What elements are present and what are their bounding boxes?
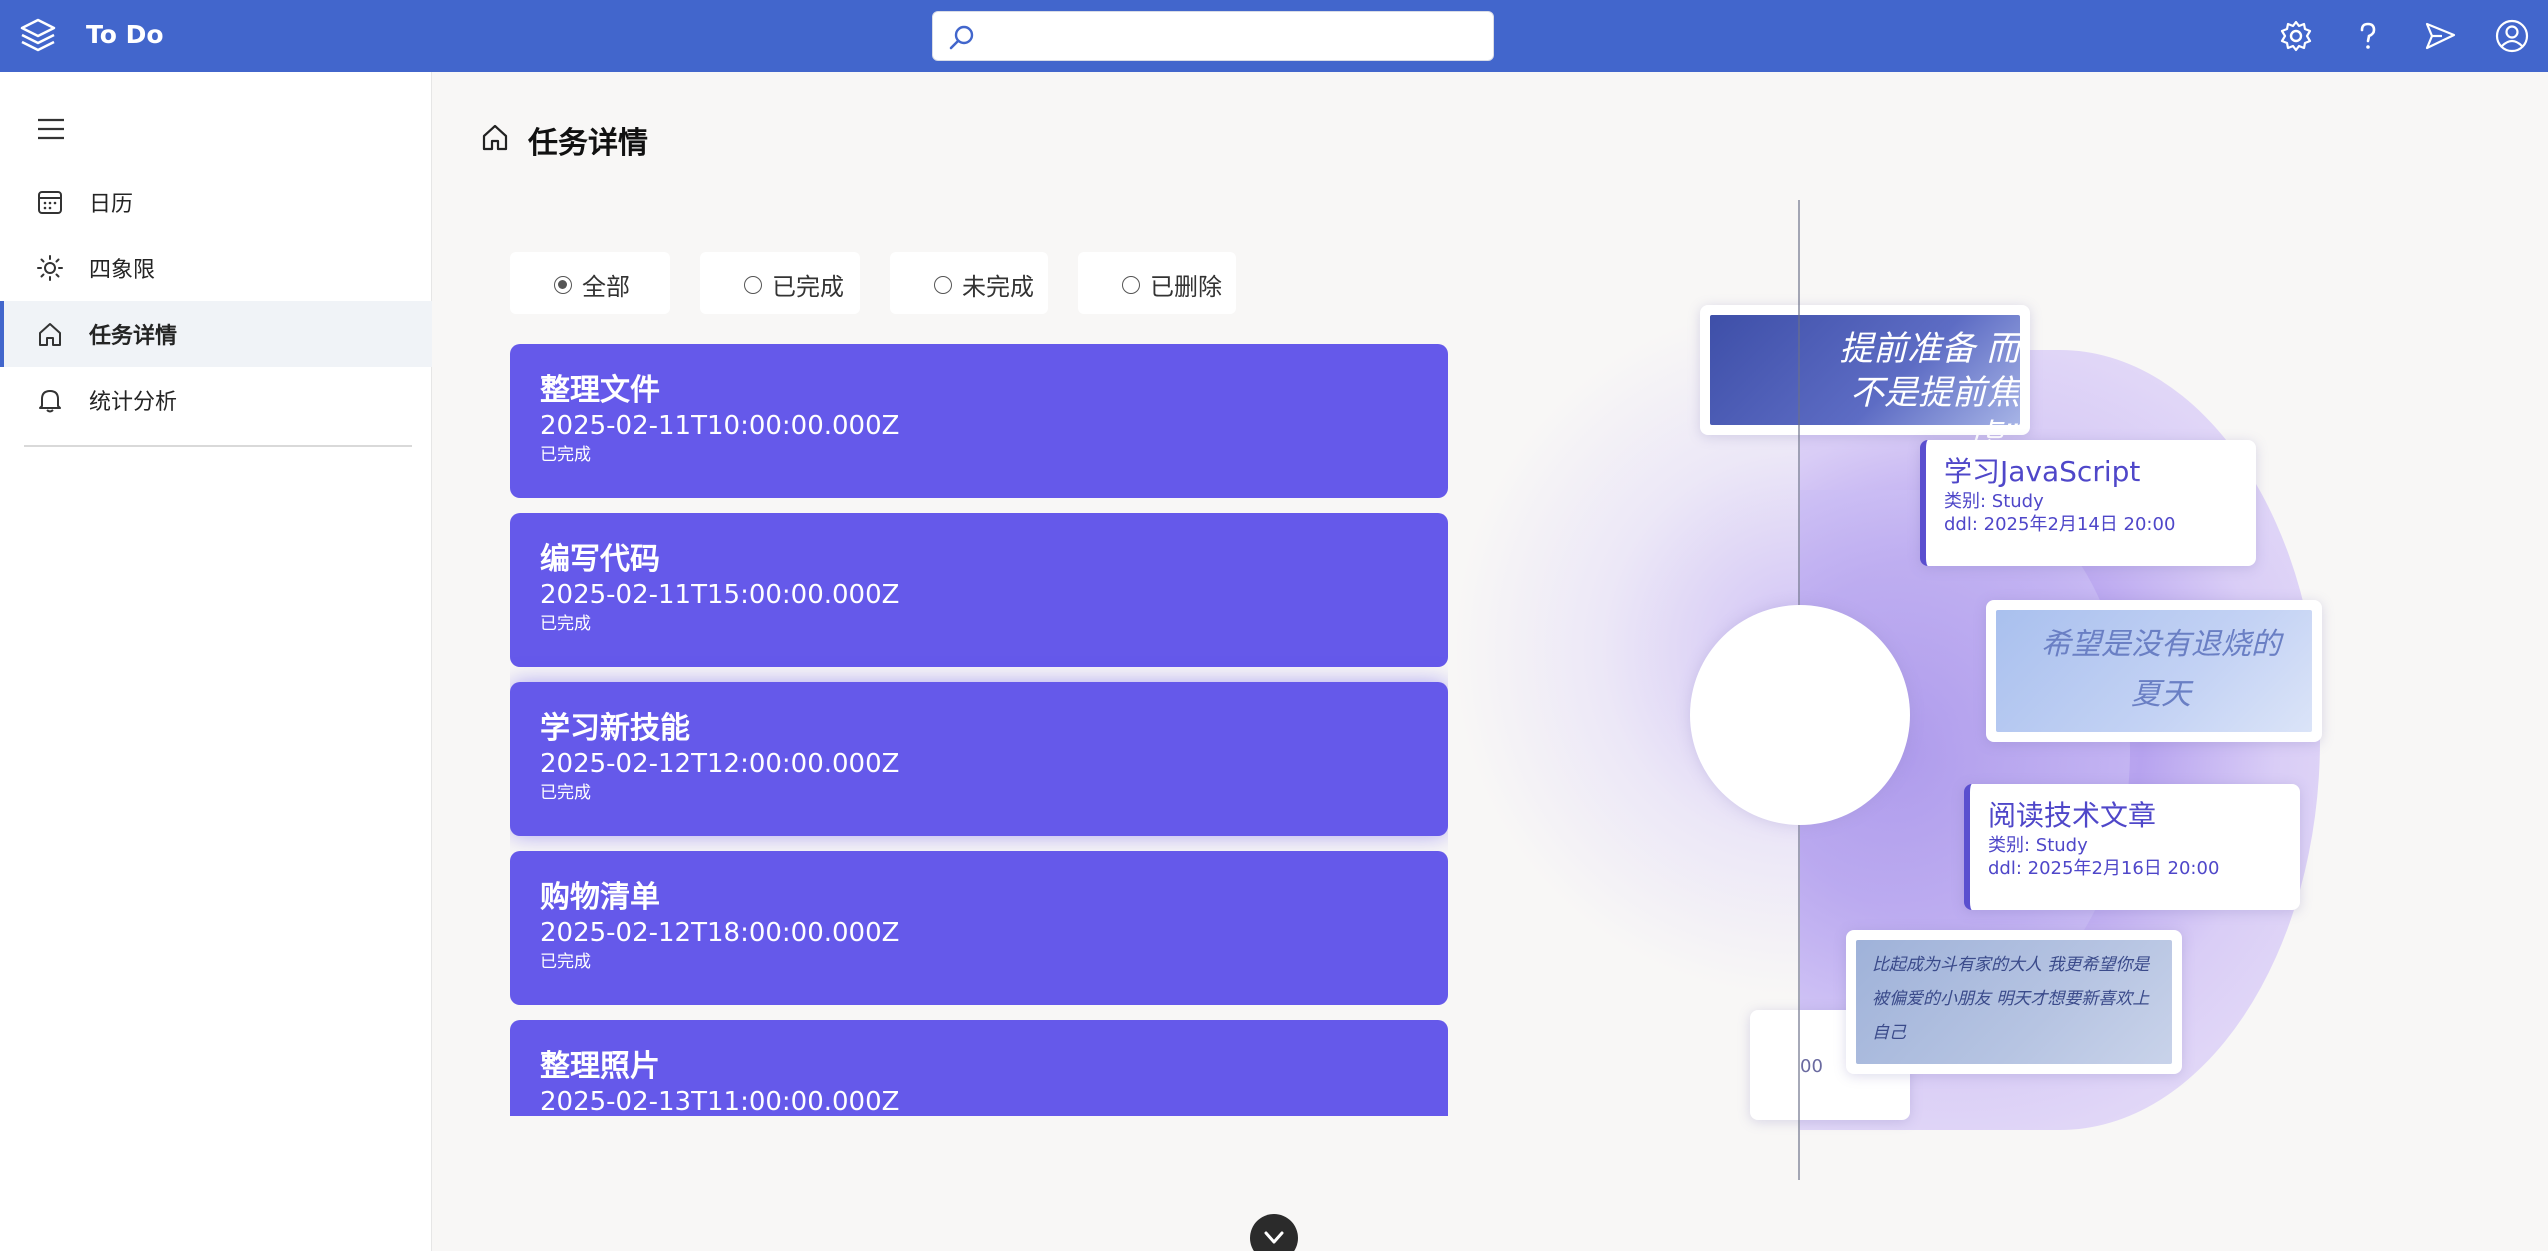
scroll-down-button[interactable] [1250,1214,1298,1251]
home-icon [39,323,61,346]
preview-deadline: ddl: 2025年2月16日 20:00 [1988,858,2220,879]
partial-card-text: 00 [1800,1056,1823,1077]
task-status: 已完成 [540,445,591,465]
preview-title: 学习JavaScript [1944,455,2141,488]
task-status: 已完成 [540,614,591,634]
task-preview-card: 学习JavaScript 类别: Study ddl: 2025年2月14日 2… [1920,440,2256,566]
calendar-icon [38,191,62,214]
question-icon[interactable] [2350,18,2386,54]
task-title: 整理照片 [540,1049,660,1084]
radio-button[interactable] [744,276,762,294]
sidebar-item-quadrant[interactable]: 四象限 [0,235,432,301]
task-card[interactable]: 学习新技能 2025-02-12T12:00:00.000Z 已完成 [510,682,1448,836]
sidebar-item-calendar[interactable]: 日历 [0,169,432,235]
task-card[interactable]: 编写代码 2025-02-11T15:00:00.000Z 已完成 [510,513,1448,667]
filter-deleted[interactable]: 已删除 [1078,252,1236,314]
preview-deadline: ddl: 2025年2月14日 20:00 [1944,514,2176,535]
radio-button[interactable] [554,276,572,294]
filter-label: 已完成 [772,273,844,301]
decorative-showcase: 00 提前准备 而不是提前焦虑” 学习JavaScript 类别: Study … [1450,180,2350,1180]
send-icon[interactable] [2422,18,2458,54]
filter-label: 已删除 [1150,273,1222,301]
task-list[interactable]: 整理文件 2025-02-11T10:00:00.000Z 已完成 编写代码 2… [510,344,1448,1116]
search-input[interactable] [985,20,1475,52]
task-time: 2025-02-11T15:00:00.000Z [540,580,900,610]
task-card[interactable]: 整理照片 2025-02-13T11:00:00.000Z [510,1020,1448,1116]
sidebar: 日历 四象限 任务详情 统计分析 [0,72,432,1251]
search-box[interactable] [932,11,1494,61]
task-time: 2025-02-13T11:00:00.000Z [540,1087,900,1116]
task-status: 已完成 [540,952,591,972]
user-icon[interactable] [2494,18,2530,54]
preview-category: 类别: Study [1944,491,2044,512]
quote-photo-card: 比起成为斗有家的大人 我更希望你是被偏爱的小朋友 明天才想要新喜欢上自己 [1846,930,2182,1074]
chevron-down-icon [1264,1231,1284,1244]
filter-label: 全部 [582,273,630,301]
sidebar-item-label: 统计分析 [89,390,178,415]
quote-photo-card: 希望是没有退烧的 夏天 [1986,600,2322,742]
top-bar: To Do [0,0,2548,72]
sidebar-item-label: 四象限 [89,258,156,283]
sidebar-item-label: 任务详情 [89,324,178,349]
photo-text: 希望是没有退烧的 夏天 [2041,627,2281,712]
sidebar-divider [24,445,412,447]
search-icon [949,25,974,50]
task-preview-card: 阅读技术文章 类别: Study ddl: 2025年2月16日 20:00 [1964,784,2300,910]
task-time: 2025-02-11T10:00:00.000Z [540,411,900,441]
sidebar-item-label: 日历 [89,192,134,217]
sidebar-item-task-details[interactable]: 任务详情 [0,301,432,367]
filter-label: 未完成 [962,273,1034,301]
task-title: 整理文件 [540,373,660,408]
filter-completed[interactable]: 已完成 [700,252,860,314]
task-status: 已完成 [540,783,591,803]
preview-title: 阅读技术文章 [1988,799,2157,832]
bell-icon [39,390,61,413]
center-circle [1690,605,1910,825]
task-time: 2025-02-12T12:00:00.000Z [540,749,900,779]
radio-button[interactable] [934,276,952,294]
task-time: 2025-02-12T18:00:00.000Z [540,918,900,948]
layers-logo-icon[interactable] [18,16,58,56]
hamburger-menu-icon[interactable] [36,116,66,142]
task-card[interactable]: 整理文件 2025-02-11T10:00:00.000Z 已完成 [510,344,1448,498]
filter-incomplete[interactable]: 未完成 [890,252,1048,314]
task-title: 学习新技能 [540,711,690,746]
filter-all[interactable]: 全部 [510,252,670,314]
radio-button[interactable] [1122,276,1140,294]
sidebar-item-statistics[interactable]: 统计分析 [0,367,432,433]
app-title: To Do [86,20,164,49]
page-title: 任务详情 [528,126,648,161]
sun-icon [37,255,63,281]
task-title: 购物清单 [540,880,660,915]
task-title: 编写代码 [540,542,660,577]
quote-photo-card: 提前准备 而不是提前焦虑” [1700,305,2030,457]
photo-text: 比起成为斗有家的大人 我更希望你是被偏爱的小朋友 明天才想要新喜欢上自己 [1872,955,2150,1043]
task-card[interactable]: 购物清单 2025-02-12T18:00:00.000Z 已完成 [510,851,1448,1005]
preview-category: 类别: Study [1988,835,2088,856]
gear-icon[interactable] [2278,18,2314,54]
home-icon[interactable] [480,122,510,152]
